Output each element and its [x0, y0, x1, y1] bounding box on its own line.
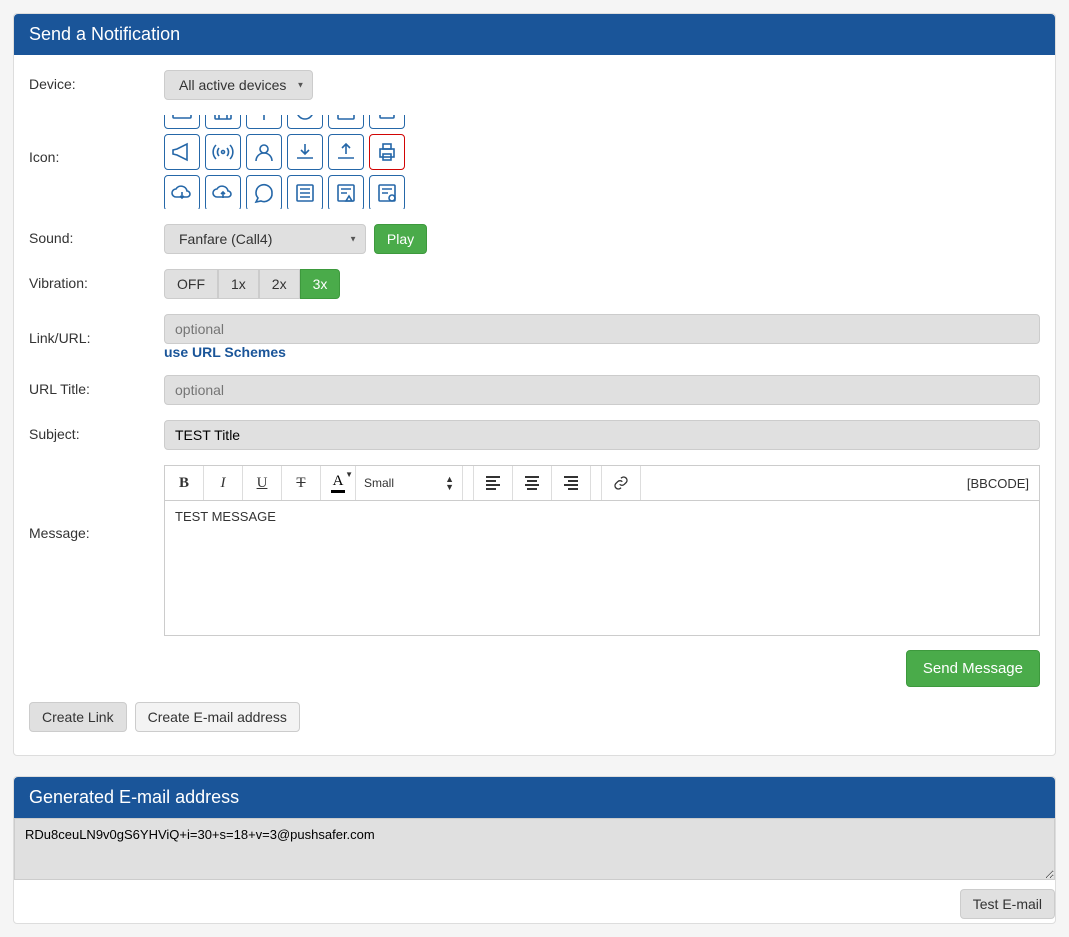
- subject-input[interactable]: [164, 420, 1040, 450]
- link-button[interactable]: [602, 466, 641, 500]
- generated-body: Test E-mail: [14, 818, 1055, 923]
- play-button[interactable]: Play: [374, 224, 427, 254]
- device-select[interactable]: All active devices ▼: [164, 70, 313, 100]
- device-row: Device: All active devices ▼: [29, 70, 1040, 100]
- generated-email-output[interactable]: [14, 818, 1055, 880]
- chevron-down-icon: ▼: [296, 81, 304, 90]
- urltitle-label: URL Title:: [29, 375, 164, 397]
- icon-option[interactable]: [328, 115, 364, 129]
- urltitle-row: URL Title:: [29, 375, 1040, 405]
- align-right-button[interactable]: [552, 466, 591, 500]
- bold-button[interactable]: B: [165, 466, 204, 500]
- icon-row: Icon:: [29, 115, 1040, 209]
- device-label: Device:: [29, 70, 164, 92]
- chat-icon[interactable]: [246, 175, 282, 209]
- chevron-down-icon: ▼: [349, 235, 357, 244]
- user-icon[interactable]: [246, 134, 282, 170]
- megaphone-icon[interactable]: [164, 134, 200, 170]
- icon-picker[interactable]: [164, 115, 426, 209]
- font-color-button[interactable]: A▼: [321, 466, 356, 500]
- list-warn-icon[interactable]: [328, 175, 364, 209]
- linkurl-label: Link/URL:: [29, 314, 164, 346]
- upload-icon[interactable]: [328, 134, 364, 170]
- send-notification-panel: Send a Notification Device: All active d…: [13, 13, 1056, 756]
- sound-selected: Fanfare (Call4): [179, 231, 272, 247]
- font-size-select[interactable]: Small ▲▼: [356, 466, 463, 500]
- cloud-up-icon[interactable]: [205, 175, 241, 209]
- message-textarea[interactable]: TEST MESSAGE: [165, 501, 1039, 635]
- align-left-button[interactable]: [474, 466, 513, 500]
- icon-option[interactable]: [205, 115, 241, 129]
- align-center-button[interactable]: [513, 466, 552, 500]
- urltitle-input[interactable]: [164, 375, 1040, 405]
- vibration-3x[interactable]: 3x: [300, 269, 341, 299]
- subject-label: Subject:: [29, 420, 164, 442]
- url-schemes-link[interactable]: use URL Schemes: [164, 344, 286, 360]
- subject-row: Subject:: [29, 420, 1040, 450]
- printer-icon[interactable]: [369, 134, 405, 170]
- message-label: Message:: [29, 465, 164, 541]
- italic-button[interactable]: I: [204, 466, 243, 500]
- generated-title: Generated E-mail address: [14, 777, 1055, 818]
- vibration-1x[interactable]: 1x: [218, 269, 259, 299]
- font-size-value: Small: [364, 476, 394, 490]
- vibration-label: Vibration:: [29, 269, 164, 291]
- linkurl-row: Link/URL: use URL Schemes: [29, 314, 1040, 360]
- icon-option[interactable]: [369, 115, 405, 129]
- link-buttons: Create Link Create E-mail address: [29, 702, 1040, 732]
- sound-label: Sound:: [29, 224, 164, 246]
- message-row: Message: B I U T A▼ Small ▲▼: [29, 465, 1040, 687]
- icon-option[interactable]: [246, 115, 282, 129]
- device-selected: All active devices: [179, 77, 286, 93]
- sound-row: Sound: Fanfare (Call4) ▼ Play: [29, 224, 1040, 254]
- icon-option[interactable]: [287, 115, 323, 129]
- vibration-row: Vibration: OFF 1x 2x 3x: [29, 269, 1040, 299]
- panel-body: Device: All active devices ▼ Icon:: [14, 55, 1055, 755]
- download-icon[interactable]: [287, 134, 323, 170]
- vibration-off[interactable]: OFF: [164, 269, 218, 299]
- message-editor: B I U T A▼ Small ▲▼: [164, 465, 1040, 636]
- updown-icon: ▲▼: [445, 475, 454, 491]
- icon-label: Icon:: [29, 115, 164, 165]
- test-email-button[interactable]: Test E-mail: [960, 889, 1055, 919]
- cloud-down-icon[interactable]: [164, 175, 200, 209]
- create-email-button[interactable]: Create E-mail address: [135, 702, 300, 732]
- create-link-button[interactable]: Create Link: [29, 702, 127, 732]
- list-icon[interactable]: [287, 175, 323, 209]
- sound-select[interactable]: Fanfare (Call4) ▼: [164, 224, 366, 254]
- panel-title: Send a Notification: [14, 14, 1055, 55]
- editor-toolbar: B I U T A▼ Small ▲▼: [165, 466, 1039, 501]
- antenna-icon[interactable]: [205, 134, 241, 170]
- icon-option[interactable]: [164, 115, 200, 129]
- underline-button[interactable]: U: [243, 466, 282, 500]
- generated-email-panel: Generated E-mail address Test E-mail: [13, 776, 1056, 924]
- linkurl-input[interactable]: [164, 314, 1040, 344]
- send-message-button[interactable]: Send Message: [906, 650, 1040, 687]
- vibration-group: OFF 1x 2x 3x: [164, 269, 340, 299]
- bbcode-button[interactable]: [BBCODE]: [957, 466, 1039, 500]
- list-time-icon[interactable]: [369, 175, 405, 209]
- strike-button[interactable]: T: [282, 466, 321, 500]
- vibration-2x[interactable]: 2x: [259, 269, 300, 299]
